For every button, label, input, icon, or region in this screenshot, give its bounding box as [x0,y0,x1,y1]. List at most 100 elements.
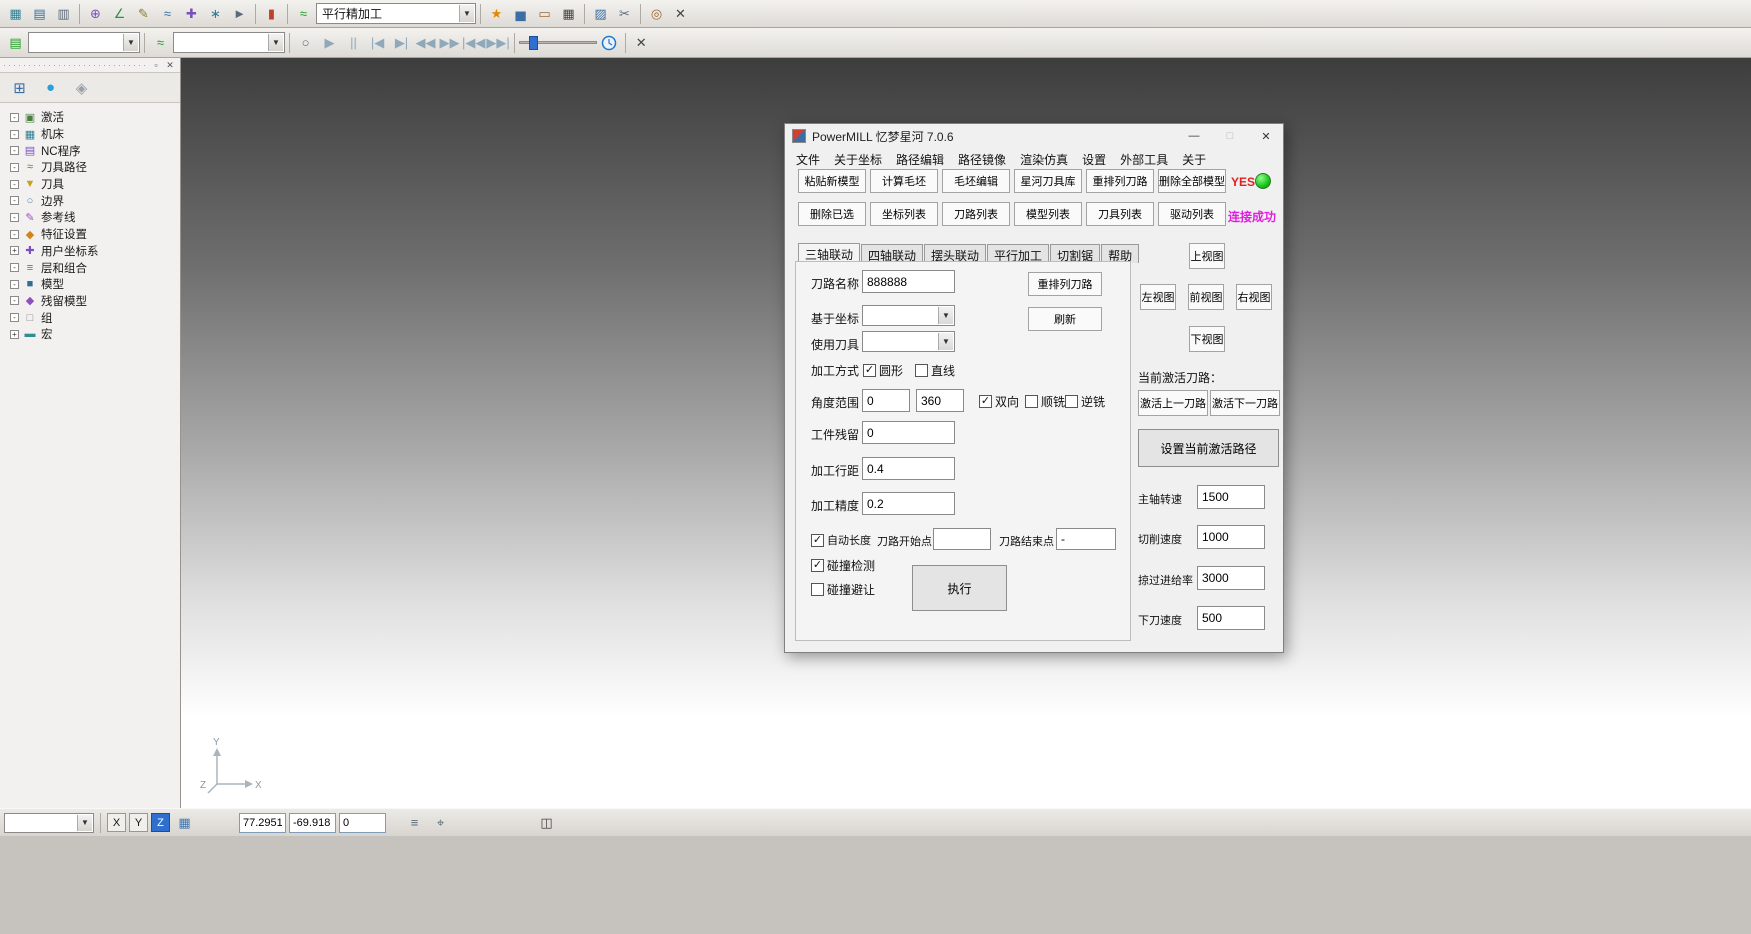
maximize-button[interactable]: □ [1215,125,1245,147]
axis-x-button[interactable]: X [107,813,126,832]
chevron-down-icon[interactable]: ▼ [459,5,474,22]
view-left-button[interactable]: 左视图 [1140,284,1176,310]
expand-toggle[interactable]: - [10,196,19,205]
spindle-speed-input[interactable] [1197,485,1265,509]
expand-toggle[interactable]: - [10,296,19,305]
calc-stock-button[interactable]: 计算毛坯 [870,169,938,193]
menu-about[interactable]: 关于 [1175,148,1213,171]
ruler-icon[interactable]: ▭ [533,2,556,25]
toolpath-strategy-icon[interactable]: ≈ [292,2,315,25]
rearrange-toolpaths-button[interactable]: 重排列刀路 [1086,169,1154,193]
go-end-button[interactable]: ▶▶| [486,31,509,54]
checkbox-box[interactable] [1065,395,1078,408]
chevron-down-icon[interactable]: ▼ [938,307,953,324]
chevron-down-icon[interactable]: ▼ [268,34,283,51]
axis-y-button[interactable]: Y [129,813,148,832]
collision-check-checkbox[interactable]: 碰撞检测 [811,557,875,574]
bidirectional-checkbox[interactable]: 双向 [979,393,1019,410]
clock-icon[interactable] [598,31,621,54]
chevron-down-icon[interactable]: ▼ [123,34,138,51]
checkbox-box[interactable] [863,364,876,377]
angle-measure-icon[interactable]: ∠ [108,2,131,25]
curve-icon[interactable]: ≈ [156,2,179,25]
set-active-path-button[interactable]: 设置当前激活路径 [1138,429,1279,467]
dialog-titlebar[interactable]: PowerMILL 忆梦星河 7.0.6 — □ ✕ [785,124,1283,148]
save-icon[interactable]: ▤ [28,2,51,25]
drive-list-button[interactable]: 驱动列表 [1158,202,1226,226]
checkbox-box[interactable] [811,534,824,547]
collision-avoid-checkbox[interactable]: 碰撞避让 [811,581,875,598]
scissors-icon[interactable]: ✂ [613,2,636,25]
expand-toggle[interactable]: - [10,263,19,272]
lightbulb-icon[interactable]: ○ [294,31,317,54]
coord-list-button[interactable]: 坐标列表 [870,202,938,226]
delete-selected-button[interactable]: 删除已选 [798,202,866,226]
tree-item-groups[interactable]: -□组 [2,309,178,326]
step-back-button[interactable]: |◀ [366,31,389,54]
checkbox-box[interactable] [915,364,928,377]
expand-toggle[interactable]: - [10,146,19,155]
view-top-button[interactable]: 上视图 [1189,243,1225,269]
tree-item-nc-programs[interactable]: -▤NC程序 [2,142,178,159]
auto-length-checkbox[interactable]: 自动长度 [811,532,871,548]
chart-icon[interactable]: ▅ [509,2,532,25]
use-tool-combobox[interactable]: ▼ [862,331,955,352]
stepover-input[interactable] [862,457,955,480]
slider-handle[interactable] [529,36,538,50]
tree-item-activate[interactable]: -▣激活 [2,109,178,126]
close-button[interactable]: ✕ [1251,125,1281,147]
close-toolbar-icon[interactable]: ✕ [630,31,653,54]
step-forward-button[interactable]: ▶| [390,31,413,54]
plunge-feed-input[interactable] [1197,606,1265,630]
play-button[interactable]: ▶ [318,31,341,54]
strategy-combobox[interactable]: 平行精加工 ▼ [316,3,476,24]
menu-path-mirror[interactable]: 路径镜像 [951,148,1013,171]
axes-icon[interactable]: ✚ [180,2,203,25]
stock-remain-input[interactable] [862,421,955,444]
star-icon[interactable]: ★ [485,2,508,25]
probe-icon[interactable]: ⌖ [429,811,452,834]
tree-item-stock-models[interactable]: -◆残留模型 [2,293,178,310]
start-point-input[interactable] [933,528,991,550]
workplane-icon[interactable]: ⊕ [84,2,107,25]
view-front-button[interactable]: 前视图 [1188,284,1224,310]
panel-grip[interactable]: ········································… [0,58,180,73]
pause-button[interactable]: || [342,31,365,54]
pages-icon[interactable]: ◫ [535,811,558,834]
activate-next-toolpath-button[interactable]: 激活下一刀路 [1210,390,1280,416]
tool-library-button[interactable]: 星河刀具库 [1014,169,1082,193]
stock-edit-button[interactable]: 毛坯编辑 [942,169,1010,193]
float-panel-icon[interactable]: ▫ [149,60,163,70]
execute-button[interactable]: 执行 [912,565,1007,611]
shield-icon[interactable]: ◈ [70,76,93,99]
view-combobox[interactable]: ▼ [4,813,94,833]
view-bottom-button[interactable]: 下视图 [1189,326,1225,352]
printer-icon[interactable]: ▥ [52,2,75,25]
globe-icon[interactable]: ● [39,76,62,99]
tree-item-boundaries[interactable]: -○边界 [2,192,178,209]
tree-item-toolpaths[interactable]: -≈刀具路径 [2,159,178,176]
cube-stack-icon[interactable]: ▦ [4,2,27,25]
expand-toggle[interactable]: - [10,113,19,122]
conventional-mill-checkbox[interactable]: 逆铣 [1065,393,1105,410]
points-icon[interactable]: ∗ [204,2,227,25]
skim-feed-input[interactable] [1197,566,1265,590]
speed-slider[interactable] [519,35,597,51]
menu-file[interactable]: 文件 [789,148,827,171]
circle-checkbox[interactable]: 圆形 [863,362,903,379]
minimize-button[interactable]: — [1179,125,1209,147]
calculator-icon[interactable]: ▦ [557,2,580,25]
tree-item-patterns[interactable]: -✎参考线 [2,209,178,226]
paste-new-model-button[interactable]: 粘贴新模型 [798,169,866,193]
binoculars-icon[interactable]: ◎ [645,2,668,25]
angle-to-input[interactable] [916,389,964,412]
activate-prev-toolpath-button[interactable]: 激活上一刀路 [1138,390,1208,416]
menu-coords[interactable]: 关于坐标 [827,148,889,171]
cutting-feed-input[interactable] [1197,525,1265,549]
tree-item-levels-sets[interactable]: -≡层和组合 [2,259,178,276]
entity-combobox[interactable]: ▼ [28,32,140,53]
close-panel-icon[interactable]: ✕ [163,60,177,71]
checkbox-box[interactable] [1025,395,1038,408]
expand-toggle[interactable]: - [10,213,19,222]
expand-toggle[interactable]: - [10,280,19,289]
